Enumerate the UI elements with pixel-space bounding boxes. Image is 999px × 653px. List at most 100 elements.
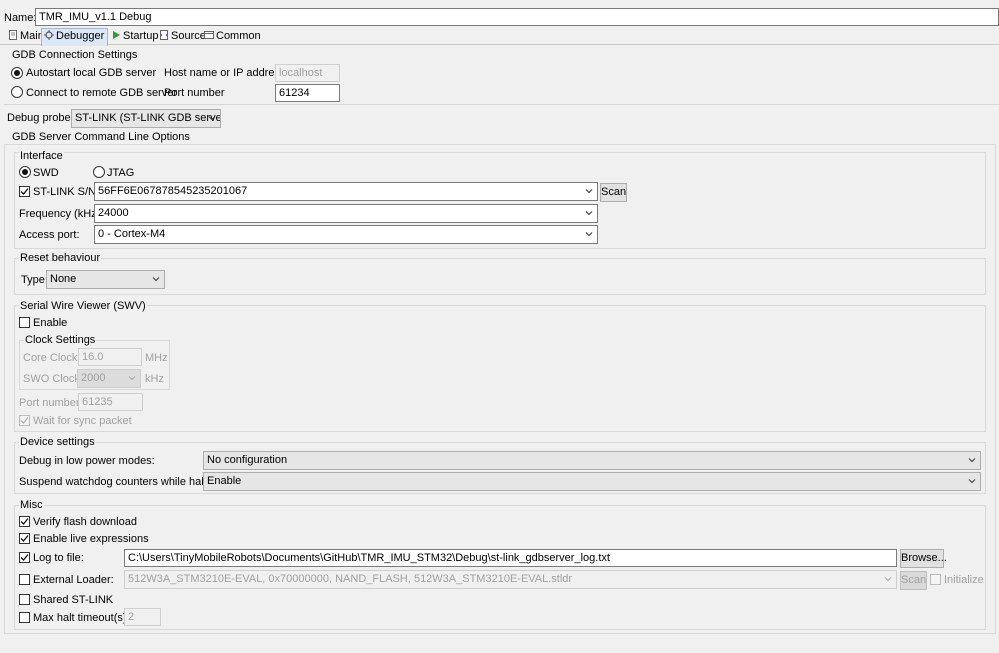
initialize-label: Initialize	[944, 574, 984, 586]
swo-clock-value: 2000	[81, 372, 106, 384]
frequency-select[interactable]: 24000	[94, 204, 598, 223]
reset-title: Reset behaviour	[19, 251, 102, 265]
tab-startup[interactable]: Startup	[109, 29, 161, 44]
log-file-label: Log to file:	[33, 552, 84, 564]
remote-radio[interactable]	[11, 86, 23, 98]
max-halt-input[interactable]: 2	[124, 608, 161, 626]
shared-stlink-label: Shared ST-LINK	[33, 594, 114, 606]
stlink-sn-select[interactable]: 56FF6E067878545235201067	[94, 182, 598, 201]
common-tab-icon	[204, 31, 214, 39]
chevron-down-icon	[884, 577, 892, 582]
frequency-value: 24000	[98, 207, 129, 219]
watchdog-select[interactable]: Enable	[203, 472, 981, 491]
chevron-down-icon	[968, 479, 976, 484]
debugger-tab-icon	[44, 30, 54, 40]
port-label: Port number	[164, 87, 225, 99]
chevron-down-icon	[585, 189, 593, 194]
remote-label: Connect to remote GDB server	[26, 87, 178, 99]
frequency-label: Frequency (kHz):	[19, 208, 104, 220]
swv-port-input[interactable]: 61235	[78, 393, 143, 411]
chevron-down-icon	[128, 376, 136, 381]
swv-enable-checkbox[interactable]	[19, 317, 30, 328]
reset-type-select[interactable]: None	[46, 270, 165, 289]
core-clock-unit: MHz	[145, 352, 168, 364]
port-input[interactable]: 61234	[275, 84, 340, 102]
checkmark-icon	[20, 518, 29, 525]
shared-stlink-checkbox[interactable]	[19, 594, 30, 605]
watchdog-label: Suspend watchdog counters while halted:	[19, 476, 223, 488]
chevron-down-icon	[585, 232, 593, 237]
chevron-down-icon	[968, 458, 976, 463]
core-clock-label: Core Clock:	[23, 352, 81, 364]
verify-flash-label: Verify flash download	[33, 516, 137, 528]
clock-settings-title: Clock Settings	[24, 333, 97, 347]
low-power-label: Debug in low power modes:	[19, 455, 155, 467]
log-file-checkbox[interactable]	[19, 552, 30, 563]
max-halt-checkbox[interactable]	[19, 612, 30, 623]
stlink-scan-button[interactable]: Scan	[600, 183, 627, 202]
server-options-title: GDB Server Command Line Options	[12, 131, 190, 143]
autostart-label: Autostart local GDB server	[26, 67, 157, 79]
tab-common[interactable]: Common	[202, 29, 264, 44]
ext-loader-select[interactable]: 512W3A_STM3210E-EVAL, 0x70000000, NAND_F…	[124, 570, 897, 589]
stlink-sn-label: ST-LINK S/N	[33, 186, 96, 198]
swv-port-label: Port number:	[19, 397, 83, 409]
jtag-label: JTAG	[107, 167, 135, 179]
source-tab-icon	[160, 30, 168, 40]
reset-type-label: Type:	[21, 274, 48, 286]
access-port-select[interactable]: 0 - Cortex-M4	[94, 225, 598, 244]
swv-enable-label: Enable	[33, 317, 68, 329]
access-port-value: 0 - Cortex-M4	[98, 228, 166, 240]
stlink-sn-value: 56FF6E067878545235201067	[98, 185, 248, 197]
browse-button[interactable]: Browse...	[900, 549, 947, 568]
debug-probe-select[interactable]: ST-LINK (ST-LINK GDB server)	[71, 109, 221, 128]
wait-sync-checkbox[interactable]	[19, 415, 30, 426]
ext-loader-checkbox[interactable]	[19, 574, 30, 585]
tab-debugger-label: Debugger	[56, 30, 105, 42]
name-label: Name:	[4, 12, 37, 24]
reset-type-value: None	[50, 273, 77, 285]
device-title: Device settings	[19, 435, 96, 449]
jtag-radio[interactable]	[93, 166, 105, 178]
tab-startup-label: Startup	[123, 30, 159, 42]
checkmark-icon	[20, 535, 29, 542]
low-power-value: No configuration	[207, 454, 288, 466]
checkmark-icon	[20, 188, 29, 195]
name-input[interactable]: TMR_IMU_v1.1 Debug	[35, 8, 999, 26]
startup-tab-icon	[113, 31, 120, 39]
wait-sync-label: Wait for sync packet	[33, 415, 132, 427]
misc-title: Misc	[19, 498, 44, 512]
host-label: Host name or IP address	[164, 67, 286, 79]
live-expr-label: Enable live expressions	[33, 533, 149, 545]
log-file-input[interactable]: C:\Users\TinyMobileRobots\Documents\GitH…	[124, 549, 897, 567]
swd-label: SWD	[33, 167, 59, 179]
main-tab-icon	[9, 30, 17, 40]
checkmark-icon	[20, 554, 29, 561]
tab-common-label: Common	[216, 30, 261, 42]
tab-debugger[interactable]: Debugger	[41, 28, 109, 46]
swd-radio[interactable]	[19, 166, 31, 178]
separator	[4, 104, 999, 105]
tab-source-label: Source	[171, 30, 206, 42]
debug-probe-label: Debug probe	[7, 112, 71, 124]
stlink-sn-checkbox[interactable]	[19, 186, 30, 197]
chevron-down-icon	[585, 211, 593, 216]
swo-clock-select[interactable]: 2000	[77, 369, 141, 388]
access-port-label: Access port:	[19, 229, 80, 241]
initialize-checkbox[interactable]	[930, 574, 941, 585]
watchdog-value: Enable	[207, 475, 242, 487]
ext-scan-button[interactable]: Scan	[900, 571, 927, 590]
host-input[interactable]: localhost	[275, 64, 340, 82]
debug-probe-value: ST-LINK (ST-LINK GDB server)	[75, 112, 221, 124]
interface-title: Interface	[19, 149, 64, 163]
tab-underline	[0, 44, 999, 45]
swo-clock-label: SWO Clock:	[23, 373, 83, 385]
low-power-select[interactable]: No configuration	[203, 451, 981, 470]
chevron-down-icon	[152, 277, 160, 282]
autostart-radio[interactable]	[11, 67, 23, 79]
verify-flash-checkbox[interactable]	[19, 516, 30, 527]
core-clock-input[interactable]: 16.0	[78, 348, 142, 366]
swv-title: Serial Wire Viewer (SWV)	[19, 299, 147, 313]
live-expr-checkbox[interactable]	[19, 533, 30, 544]
max-halt-label: Max halt timeout(s):	[33, 612, 130, 624]
